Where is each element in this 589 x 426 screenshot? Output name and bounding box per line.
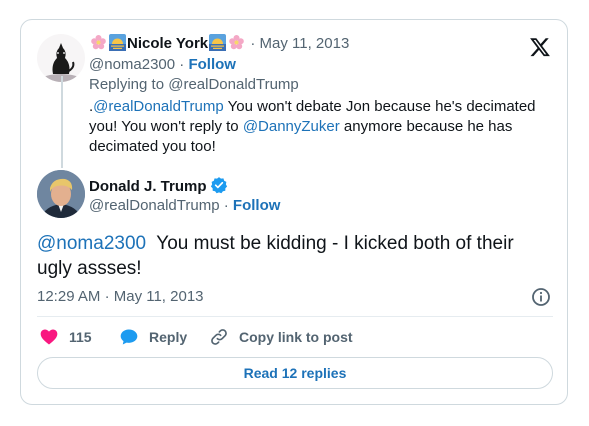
reply-label: Reply	[149, 329, 188, 345]
like-count: 115	[69, 329, 92, 345]
heart-icon	[40, 329, 58, 345]
main-tweet-text: @noma2300 You must be kidding - I kicked…	[37, 231, 547, 281]
embedded-post-card: Nicole York · May 11, 2013 @noma2300 · F…	[20, 19, 568, 405]
mention-link[interactable]: @realDonaldTrump	[93, 98, 224, 115]
reply-button[interactable]: Reply	[119, 327, 187, 347]
quoted-tweet-text: .@realDonaldTrump You won't debate Jon b…	[89, 97, 549, 157]
quoted-header-row: Nicole York · May 11, 2013	[89, 34, 349, 54]
reply-bubble-icon	[120, 329, 138, 345]
main-follow-link[interactable]: Follow	[233, 197, 281, 214]
mention-link[interactable]: @noma2300	[37, 233, 146, 254]
divider	[37, 316, 553, 317]
mention-link[interactable]: @DannyZuker	[243, 118, 340, 135]
quoted-display-name[interactable]: Nicole York	[127, 35, 208, 52]
sunrise-icon	[209, 34, 227, 51]
quoted-follow-link[interactable]: Follow	[188, 56, 236, 73]
main-display-name[interactable]: Donald J. Trump	[89, 178, 207, 195]
quoted-user-avatar[interactable]	[37, 34, 85, 82]
copy-link-button[interactable]: Copy link to post	[209, 327, 353, 347]
replying-to-prefix: Replying to	[89, 76, 165, 93]
timestamp-row[interactable]: 12:29 AM · May 11, 2013	[37, 287, 204, 307]
quoted-handle[interactable]: @noma2300	[89, 56, 175, 73]
main-handle-row: @realDonaldTrump · Follow	[89, 196, 280, 216]
sunrise-icon	[109, 34, 126, 51]
main-handle[interactable]: @realDonaldTrump	[89, 197, 220, 214]
x-logo-icon[interactable]	[529, 36, 551, 58]
quoted-handle-row: @noma2300 · Follow	[89, 55, 236, 75]
quoted-date[interactable]: May 11, 2013	[260, 35, 350, 52]
separator-dot: ·	[223, 197, 229, 214]
post-time: 12:29 AM	[37, 288, 101, 305]
main-user-avatar[interactable]	[37, 170, 85, 218]
read-replies-button[interactable]: Read 12 replies	[37, 357, 553, 389]
info-icon[interactable]	[531, 287, 551, 307]
cherry-blossom-icon	[228, 34, 245, 51]
separator-dot: ·	[179, 56, 185, 73]
cherry-blossom-icon	[90, 34, 107, 51]
separator-dot: ·	[104, 288, 110, 305]
replying-to-handle[interactable]: @realDonaldTrump	[168, 76, 299, 93]
copy-link-label: Copy link to post	[239, 329, 353, 345]
like-button[interactable]: 115	[39, 327, 92, 347]
replying-to-row: Replying to @realDonaldTrump	[89, 75, 299, 95]
link-icon	[211, 329, 227, 345]
post-date: May 11, 2013	[113, 288, 204, 305]
thread-connector-line	[61, 76, 63, 168]
separator-dot: ·	[250, 35, 256, 52]
